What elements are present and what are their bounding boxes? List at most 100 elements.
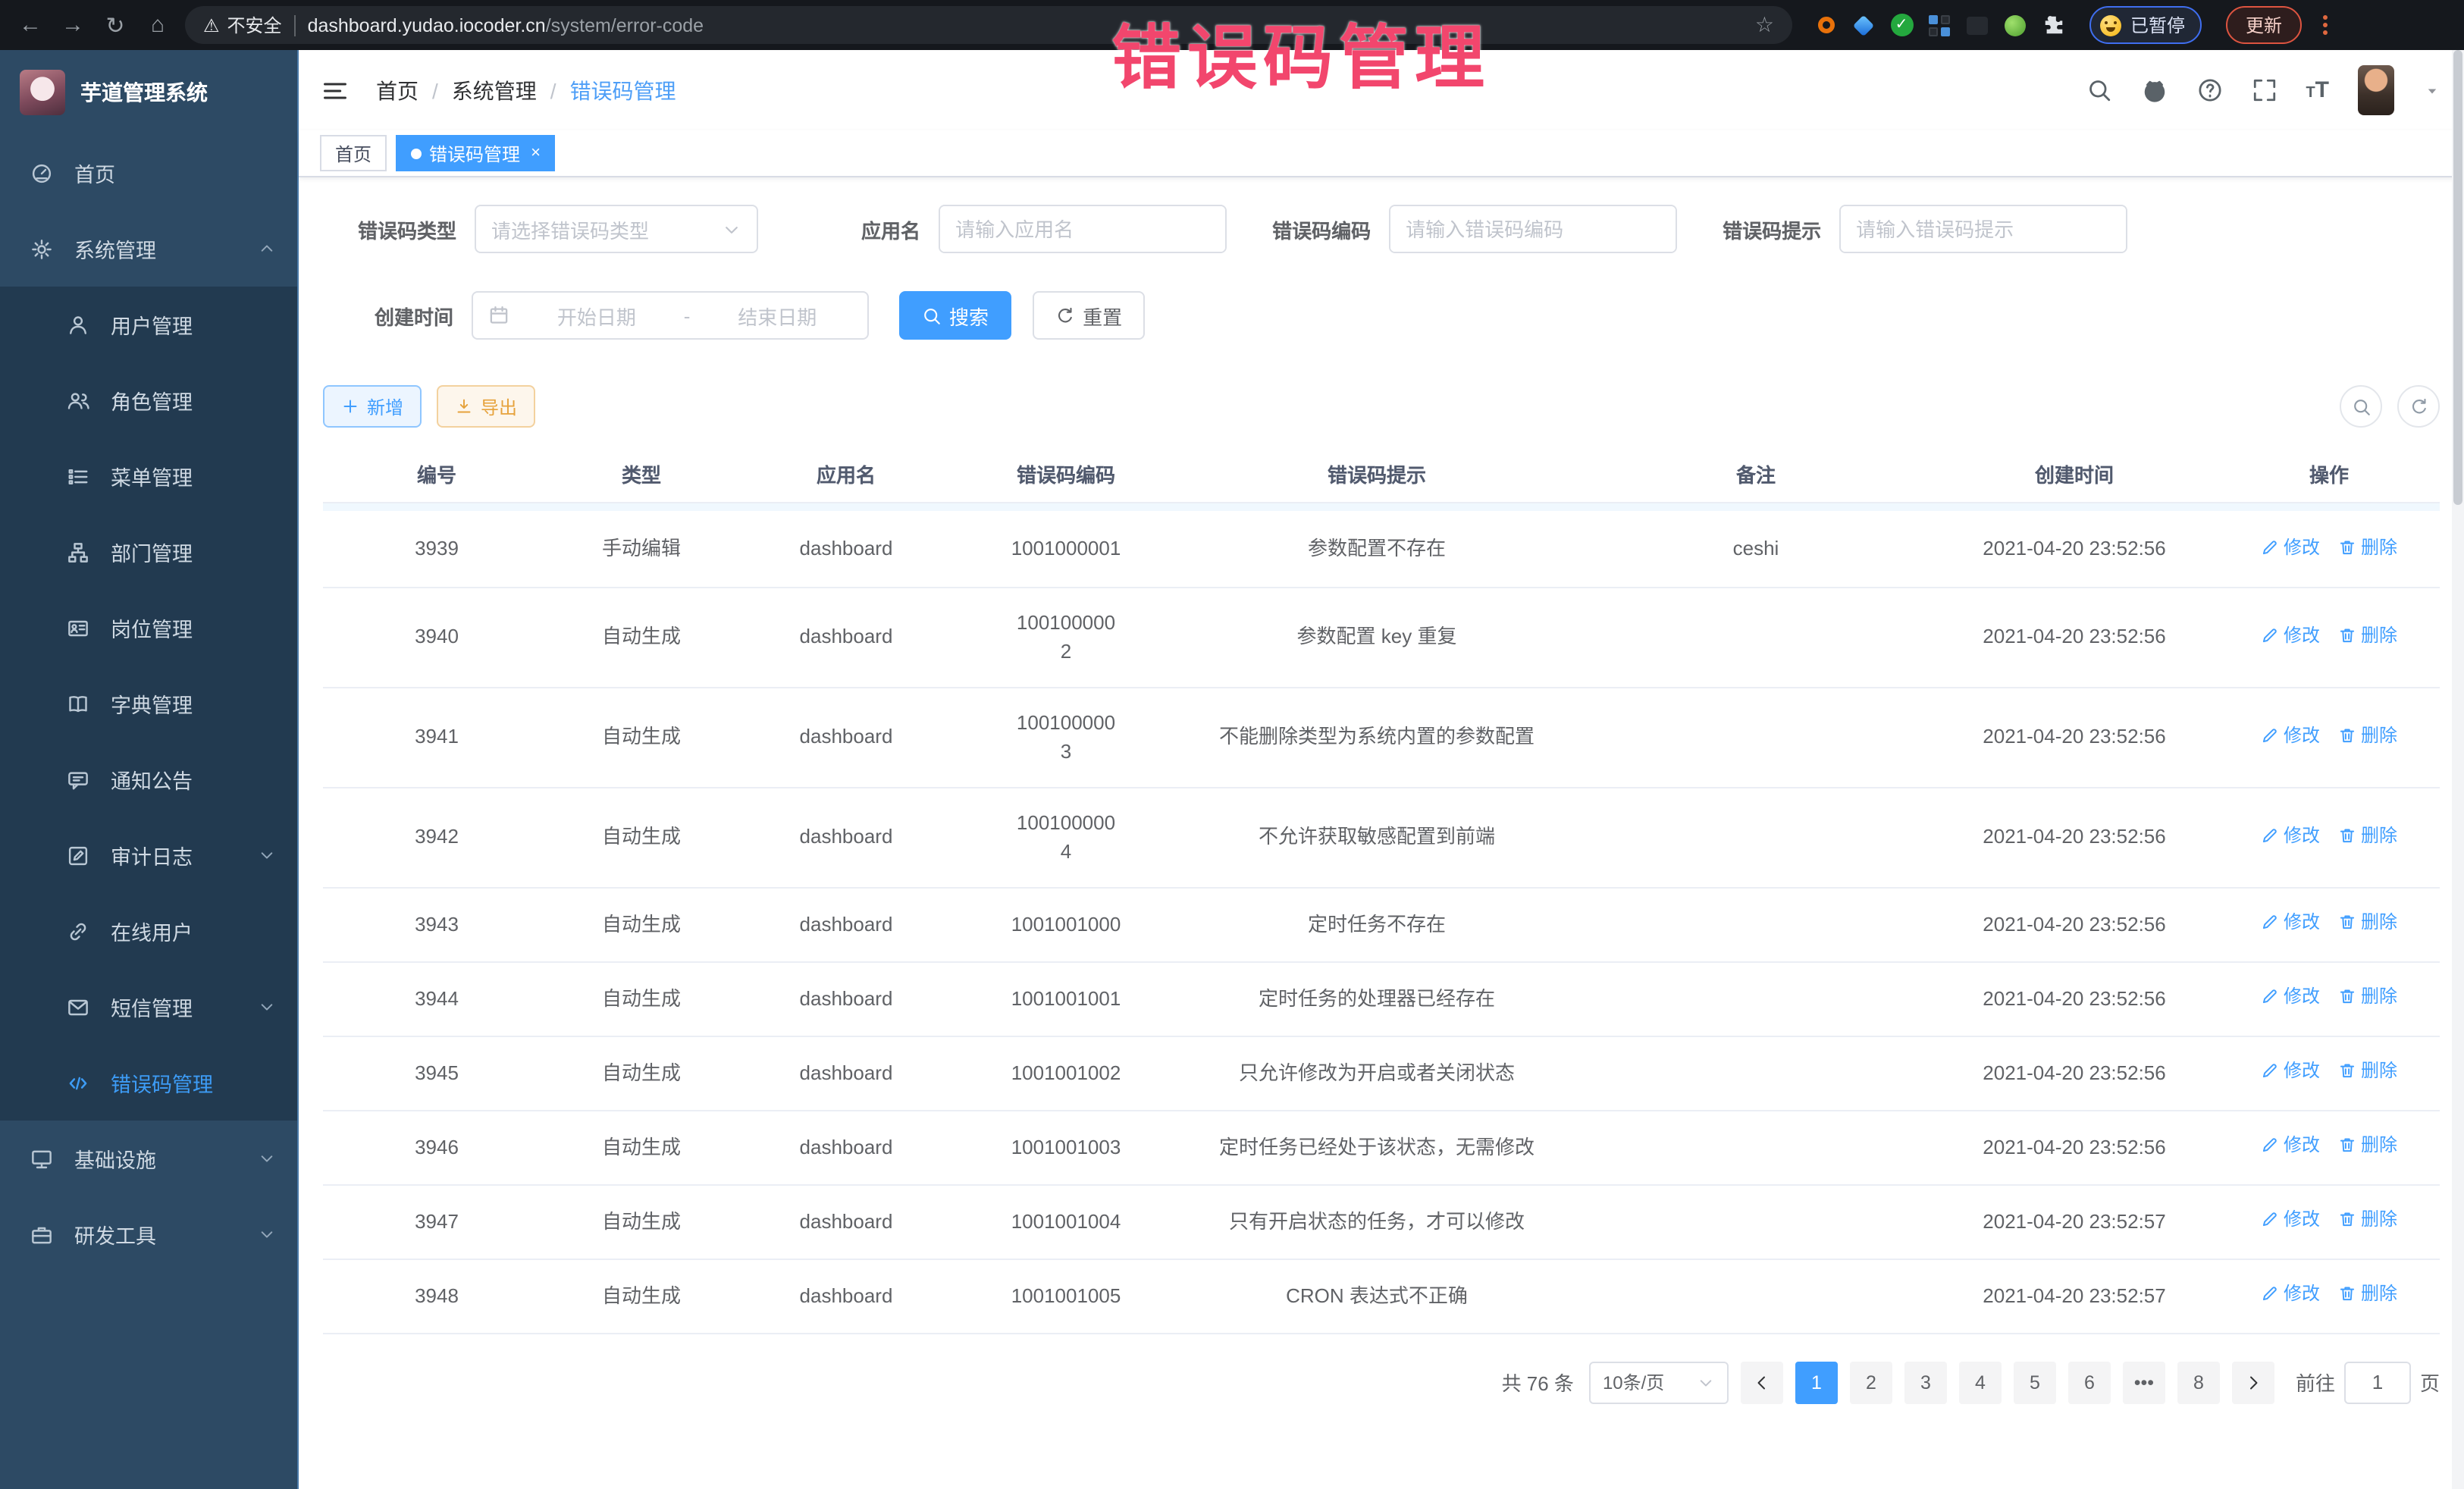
breadcrumb-item-系统管理[interactable]: 系统管理 <box>452 75 537 105</box>
sidebar-item-字典管理[interactable]: 字典管理 <box>0 666 297 741</box>
table-row[interactable]: 3947自动生成dashboard1001001004只有开启状态的任务，才可以… <box>323 1184 2440 1259</box>
edit-link[interactable]: 修改 <box>2261 983 2320 1011</box>
edit-link[interactable]: 修改 <box>2261 909 2320 936</box>
error-code-input[interactable] <box>1390 206 1676 252</box>
sidebar-item-基础设施[interactable]: 基础设施 <box>0 1121 297 1196</box>
error-msg-input[interactable] <box>1841 206 2126 252</box>
edit-link[interactable]: 修改 <box>2261 1206 2320 1234</box>
page-button-6[interactable]: 6 <box>2068 1361 2111 1403</box>
brand[interactable]: 芋道管理系统 <box>0 50 297 135</box>
delete-link[interactable]: 删除 <box>2338 983 2397 1011</box>
table-row[interactable]: 3941自动生成dashboard1001000003不能删除类型为系统内置的参… <box>323 687 2440 787</box>
table-row[interactable]: 3942自动生成dashboard1001000004不允许获取敏感配置到前端2… <box>323 787 2440 887</box>
extension-onoff-icon[interactable] <box>1965 13 1989 37</box>
app-name-input[interactable] <box>940 206 1225 252</box>
extension-sprout-icon[interactable] <box>2003 13 2027 37</box>
breadcrumb-item-错误码管理[interactable]: 错误码管理 <box>570 75 676 105</box>
sidebar-item-部门管理[interactable]: 部门管理 <box>0 514 297 590</box>
page-button-8[interactable]: 8 <box>2177 1361 2220 1403</box>
sidebar-item-系统管理[interactable]: 系统管理 <box>0 211 297 287</box>
reset-button[interactable]: 重置 <box>1033 291 1145 340</box>
edit-link[interactable]: 修改 <box>2261 533 2320 560</box>
edit-link[interactable]: 修改 <box>2261 1281 2320 1308</box>
delete-link[interactable]: 删除 <box>2338 722 2397 749</box>
export-button[interactable]: 导出 <box>437 385 535 428</box>
sidebar-item-角色管理[interactable]: 角色管理 <box>0 362 297 438</box>
scrollbar-thumb[interactable] <box>2453 50 2462 505</box>
table-row[interactable]: 3945自动生成dashboard1001001002只允许修改为开启或者关闭状… <box>323 1036 2440 1110</box>
paused-extension-pill[interactable]: 已暂停 <box>2089 6 2202 44</box>
page-button-1[interactable]: 1 <box>1795 1361 1838 1403</box>
tag-首页[interactable]: 首页 <box>320 135 387 171</box>
table-row[interactable]: 3943自动生成dashboard1001001000定时任务不存在2021-0… <box>323 887 2440 961</box>
github-icon[interactable] <box>2140 77 2168 104</box>
page-scrollbar[interactable] <box>2452 50 2464 1489</box>
breadcrumb-item-首页[interactable]: 首页 <box>376 75 419 105</box>
extension-target-icon[interactable] <box>1814 13 1838 37</box>
error-type-select[interactable]: 请选择错误码类型 <box>475 205 758 253</box>
sidebar-item-用户管理[interactable]: 用户管理 <box>0 287 297 362</box>
edit-link[interactable]: 修改 <box>2261 1058 2320 1085</box>
table-row[interactable]: 3944自动生成dashboard1001001001定时任务的处理器已经存在2… <box>323 961 2440 1036</box>
page-size-select[interactable]: 10条/页 <box>1589 1361 1729 1403</box>
reload-icon[interactable]: ↻ <box>100 11 130 39</box>
address-bar[interactable]: ⚠ 不安全 dashboard.yudao.iocoder.cn/system/… <box>185 6 1792 44</box>
sidebar-item-研发工具[interactable]: 研发工具 <box>0 1196 297 1272</box>
show-search-toggle-button[interactable] <box>2340 385 2382 428</box>
font-size-icon[interactable]: TT <box>2306 77 2329 103</box>
sidebar-item-菜单管理[interactable]: 菜单管理 <box>0 438 297 514</box>
delete-link[interactable]: 删除 <box>2338 622 2397 649</box>
extension-check-icon[interactable]: ✓ <box>1889 13 1914 37</box>
page-button-4[interactable]: 4 <box>1959 1361 2002 1403</box>
delete-link[interactable]: 删除 <box>2338 1058 2397 1085</box>
header-search-icon[interactable] <box>2086 77 2111 103</box>
edit-link[interactable]: 修改 <box>2261 622 2320 649</box>
edit-link[interactable]: 修改 <box>2261 822 2320 849</box>
extension-grid-icon[interactable] <box>1927 13 1951 37</box>
bookmark-star-icon[interactable]: ☆ <box>1755 12 1774 38</box>
forward-icon[interactable]: → <box>58 12 88 38</box>
table-row[interactable]: 3939手动编辑dashboard1001000001参数配置不存在ceshi2… <box>323 511 2440 587</box>
sidebar-item-在线用户[interactable]: 在线用户 <box>0 893 297 969</box>
collapse-sidebar-icon[interactable] <box>321 77 349 104</box>
sidebar-item-岗位管理[interactable]: 岗位管理 <box>0 590 297 666</box>
sidebar-item-通知公告[interactable]: 通知公告 <box>0 741 297 817</box>
search-button[interactable]: 搜索 <box>899 291 1011 340</box>
delete-link[interactable]: 删除 <box>2338 1206 2397 1234</box>
browser-menu-icon[interactable] <box>2323 15 2328 35</box>
create-time-range-picker[interactable]: 开始日期 - 结束日期 <box>472 291 869 340</box>
next-page-button[interactable] <box>2232 1361 2274 1403</box>
user-avatar[interactable] <box>2358 65 2394 115</box>
back-icon[interactable]: ← <box>15 12 45 38</box>
add-button[interactable]: 新增 <box>323 385 422 428</box>
page-button-3[interactable]: 3 <box>1904 1361 1947 1403</box>
edit-link[interactable]: 修改 <box>2261 722 2320 749</box>
goto-page-input[interactable] <box>2344 1361 2411 1403</box>
delete-link[interactable]: 删除 <box>2338 1281 2397 1308</box>
delete-link[interactable]: 删除 <box>2338 1132 2397 1159</box>
delete-link[interactable]: 删除 <box>2338 909 2397 936</box>
prev-page-button[interactable] <box>1741 1361 1783 1403</box>
sidebar-item-短信管理[interactable]: 短信管理 <box>0 969 297 1045</box>
tag-错误码管理[interactable]: 错误码管理× <box>396 135 556 171</box>
browser-update-button[interactable]: 更新 <box>2226 6 2302 44</box>
extension-gem-icon[interactable] <box>1851 13 1876 37</box>
edit-link[interactable]: 修改 <box>2261 1132 2320 1159</box>
page-button-5[interactable]: 5 <box>2014 1361 2056 1403</box>
security-warning[interactable]: ⚠ 不安全 <box>203 12 282 38</box>
table-row[interactable]: 3946自动生成dashboard1001001003定时任务已经处于该状态，无… <box>323 1110 2440 1184</box>
page-button-2[interactable]: 2 <box>1850 1361 1892 1403</box>
table-row[interactable]: 3948自动生成dashboard1001001005CRON 表达式不正确20… <box>323 1259 2440 1333</box>
extensions-puzzle-icon[interactable] <box>2041 13 2065 37</box>
delete-link[interactable]: 删除 <box>2338 533 2397 560</box>
refresh-table-button[interactable] <box>2397 385 2440 428</box>
avatar-caret-icon[interactable] <box>2423 81 2441 99</box>
home-icon[interactable]: ⌂ <box>143 12 173 38</box>
sidebar-item-错误码管理[interactable]: 错误码管理 <box>0 1045 297 1121</box>
sidebar-item-审计日志[interactable]: 审计日志 <box>0 817 297 893</box>
delete-link[interactable]: 删除 <box>2338 822 2397 849</box>
help-icon[interactable] <box>2196 77 2222 103</box>
sidebar-item-首页[interactable]: 首页 <box>0 135 297 211</box>
fullscreen-icon[interactable] <box>2251 77 2277 103</box>
page-ellipsis[interactable]: ••• <box>2123 1361 2165 1403</box>
